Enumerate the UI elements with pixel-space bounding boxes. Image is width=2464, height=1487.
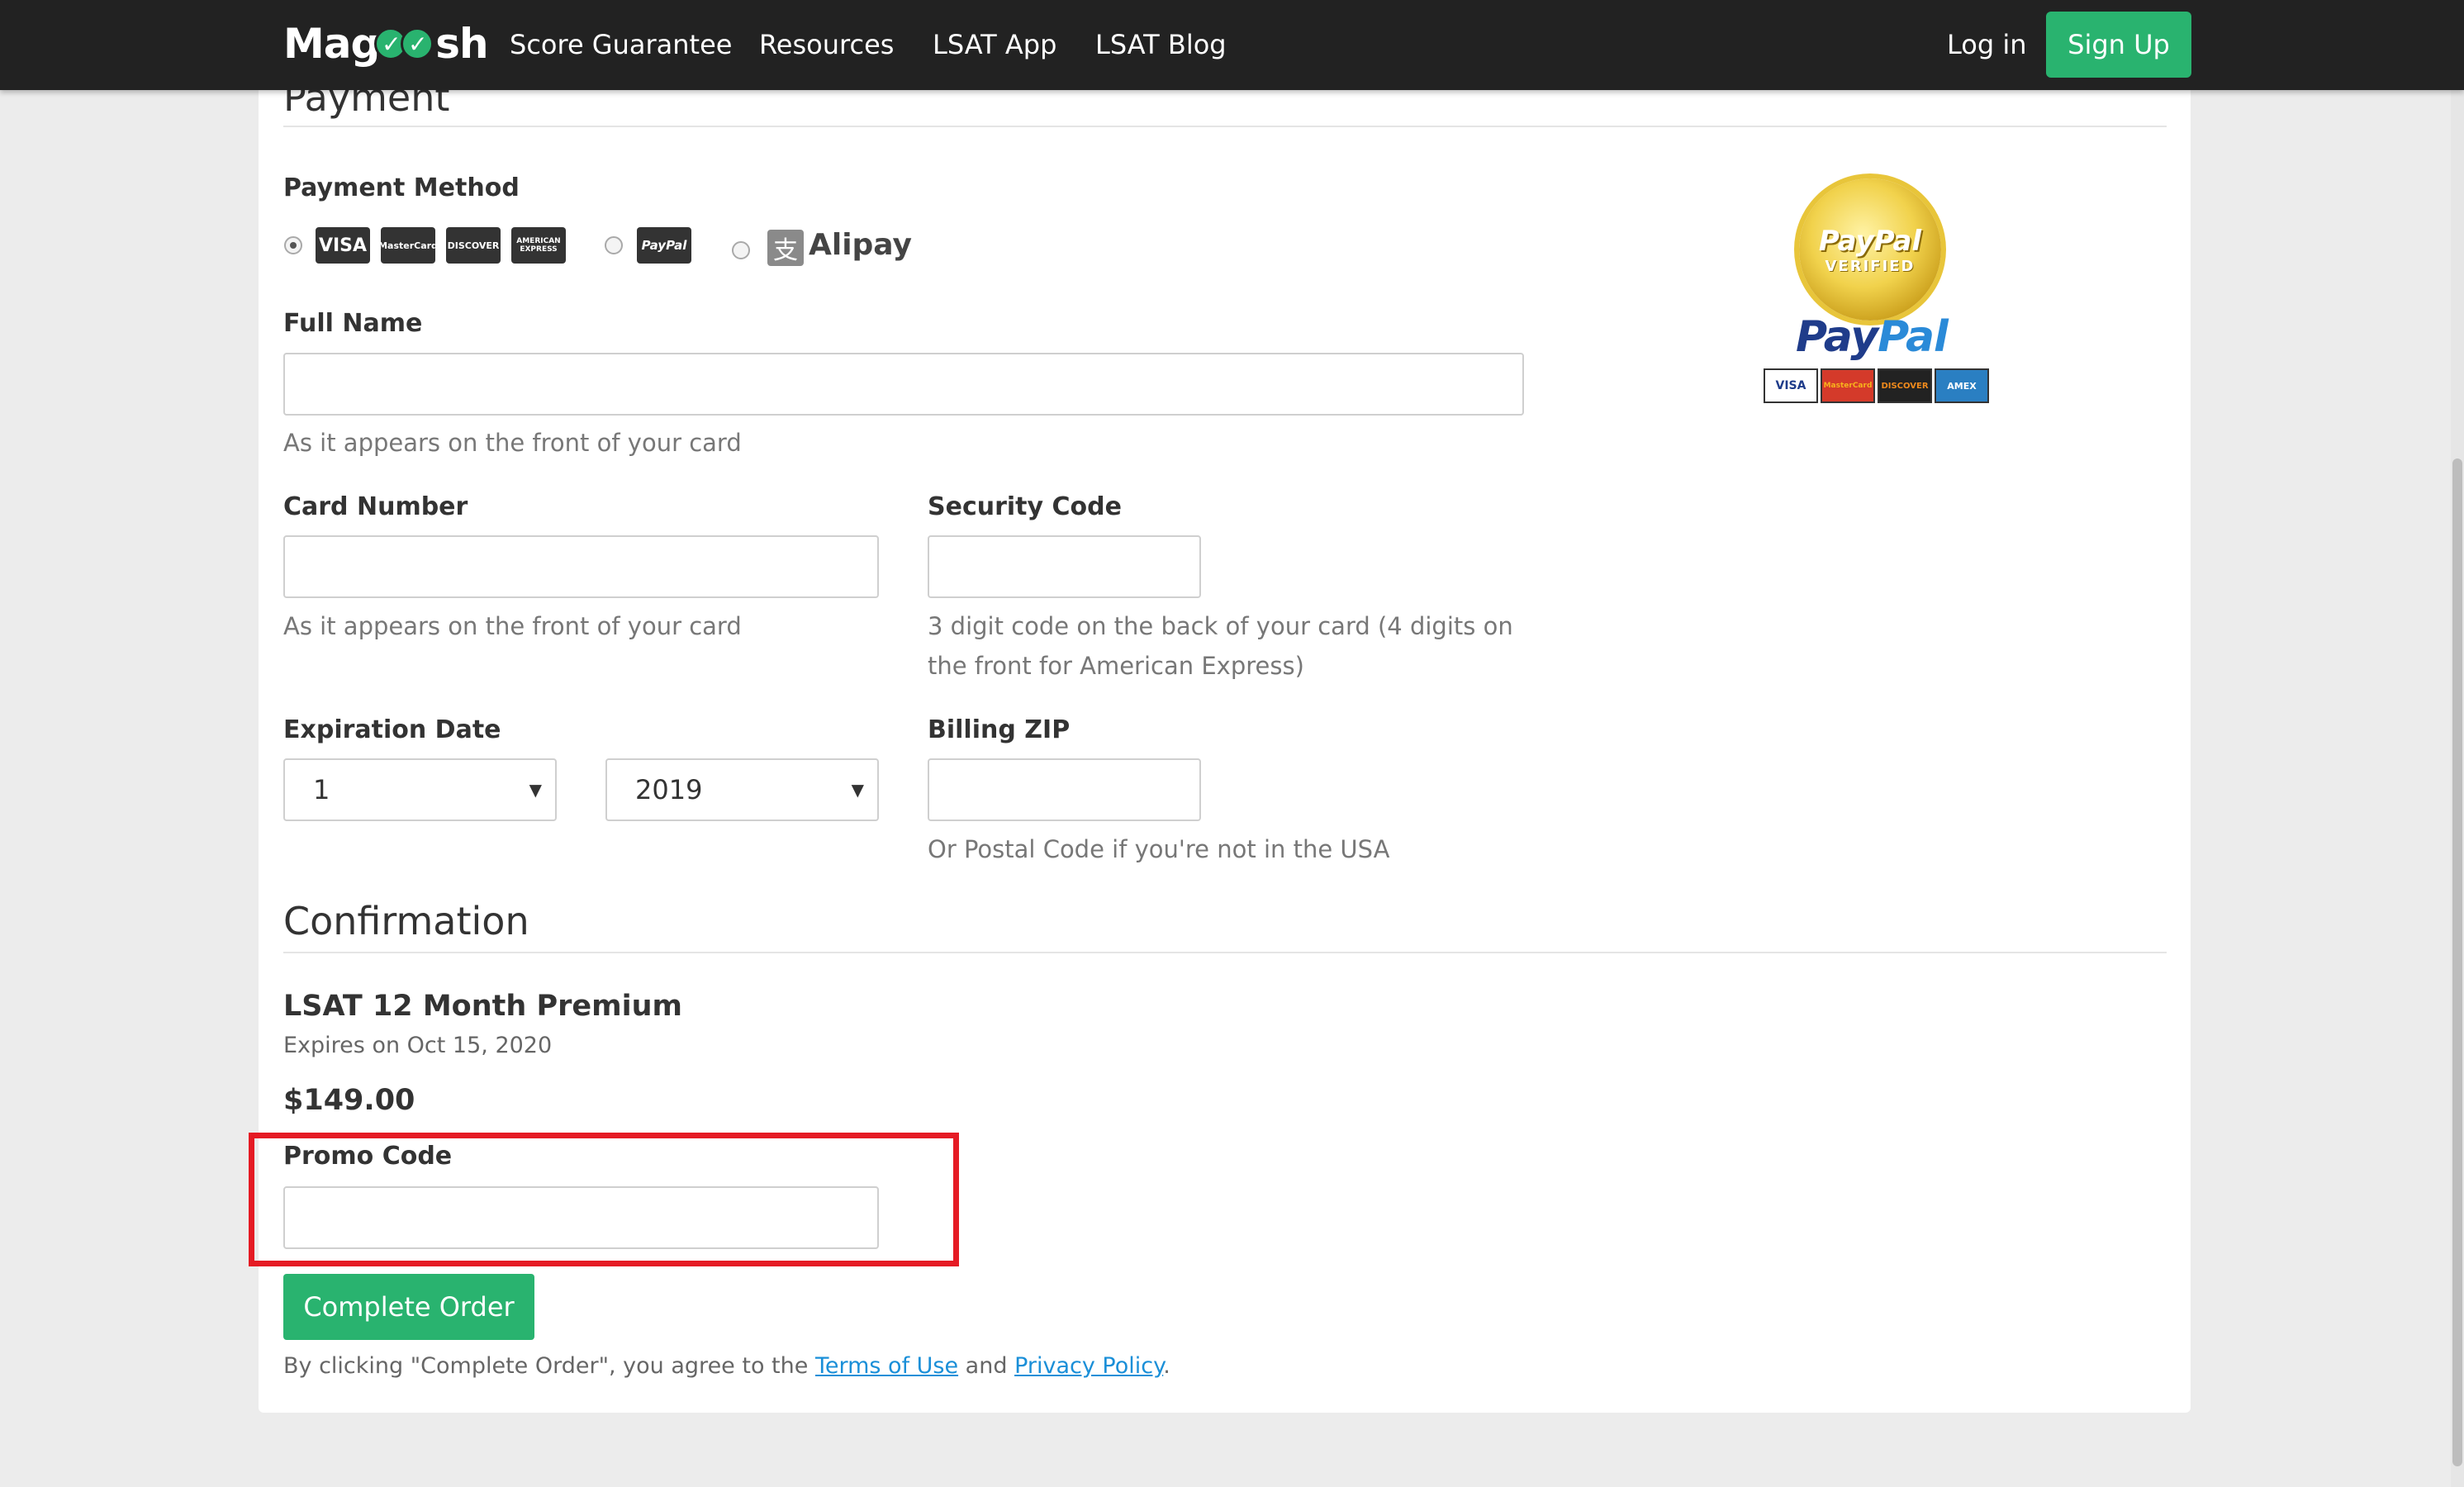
logo-text-suffix: sh [435, 20, 488, 68]
full-name-input[interactable] [283, 353, 1524, 416]
product-name: LSAT 12 Month Premium [283, 990, 682, 1023]
expiration-month-select[interactable]: 1 ▼ [283, 758, 557, 821]
paypal-verified-seal-icon: PayPal VERIFIED [1799, 178, 1941, 321]
promo-code-highlight-box [249, 1133, 959, 1266]
mastercard-icon: MasterCard [378, 227, 438, 264]
security-code-help-line1: 3 digit code on the back of your card (4… [928, 612, 1513, 640]
expiration-date-label: Expiration Date [283, 715, 501, 744]
radio-credit-card[interactable] [284, 236, 302, 254]
seal-paypal-text: PayPal [1818, 224, 1922, 258]
security-code-label: Security Code [928, 492, 1122, 521]
alipay-label: Alipay [809, 228, 912, 262]
card-number-input[interactable] [283, 535, 879, 598]
billing-zip-label: Billing ZIP [928, 715, 1071, 744]
legal-end: . [1163, 1353, 1170, 1379]
legal-agreement: By clicking "Complete Order", you agree … [283, 1353, 1170, 1379]
full-name-help: As it appears on the front of your card [283, 429, 742, 457]
seal-verified-text: VERIFIED [1825, 257, 1916, 275]
legal-prefix: By clicking "Complete Order", you agree … [283, 1353, 815, 1379]
product-price: $149.00 [283, 1084, 415, 1117]
amex-icon: AMERICAN EXPRESS [511, 227, 566, 264]
expiration-year-value: 2019 [635, 774, 703, 805]
card-number-help: As it appears on the front of your card [283, 612, 742, 640]
privacy-policy-link[interactable]: Privacy Policy [1014, 1353, 1163, 1379]
confirmation-section-title: Confirmation [283, 899, 529, 943]
radio-paypal[interactable] [605, 236, 623, 254]
mini-visa-icon: VISA [1764, 368, 1818, 403]
billing-zip-help: Or Postal Code if you're not in the USA [928, 835, 1390, 863]
confirmation-divider [283, 952, 2167, 953]
mini-mastercard-icon: MasterCard [1821, 368, 1875, 403]
expiration-month-value: 1 [313, 774, 330, 805]
chevron-down-icon: ▼ [851, 780, 864, 800]
radio-alipay[interactable] [732, 241, 750, 259]
discover-icon: DISCOVER [446, 227, 501, 264]
logo-text-prefix: Mag [283, 20, 380, 68]
page-scrollbar-thumb[interactable] [2452, 458, 2462, 1466]
login-link[interactable]: Log in [1947, 26, 2027, 63]
product-expiry: Expires on Oct 15, 2020 [283, 1033, 553, 1058]
signup-button[interactable]: Sign Up [2046, 12, 2191, 78]
top-navbar: Mag ✓ ✓ sh Score Guarantee Resources LSAT… [0, 0, 2464, 90]
payment-method-label: Payment Method [283, 173, 520, 202]
payment-divider [283, 126, 2167, 127]
paypal-wordmark-pay: Pay [1796, 312, 1878, 362]
complete-order-button[interactable]: Complete Order [283, 1274, 534, 1340]
paypal-wordmark: PayPal [1796, 312, 1949, 362]
magoosh-logo[interactable]: Mag ✓ ✓ sh [283, 15, 489, 73]
security-code-help-line2: the front for American Express) [928, 652, 1304, 680]
nav-resources[interactable]: Resources [759, 26, 894, 63]
mini-amex-icon: AMEX [1935, 368, 1989, 403]
nav-lsat-blog[interactable]: LSAT Blog [1095, 26, 1227, 63]
visa-icon: VISA [316, 227, 370, 264]
expiration-year-select[interactable]: 2019 ▼ [605, 758, 879, 821]
chevron-down-icon: ▼ [529, 780, 542, 800]
card-number-label: Card Number [283, 492, 468, 521]
legal-and: and [958, 1353, 1015, 1379]
paypal-wordmark-pal: Pal [1878, 312, 1949, 362]
nav-lsat-app[interactable]: LSAT App [933, 26, 1056, 63]
logo-checkmarks-icon: ✓ ✓ [374, 27, 434, 60]
mini-discover-icon: DISCOVER [1878, 368, 1932, 403]
nav-score-guarantee[interactable]: Score Guarantee [510, 26, 732, 63]
alipay-icon: 支 [767, 230, 804, 266]
terms-of-use-link[interactable]: Terms of Use [815, 1353, 958, 1379]
billing-zip-input[interactable] [928, 758, 1201, 821]
full-name-label: Full Name [283, 309, 423, 338]
paypal-icon: PayPal [637, 227, 691, 264]
security-code-input[interactable] [928, 535, 1201, 598]
